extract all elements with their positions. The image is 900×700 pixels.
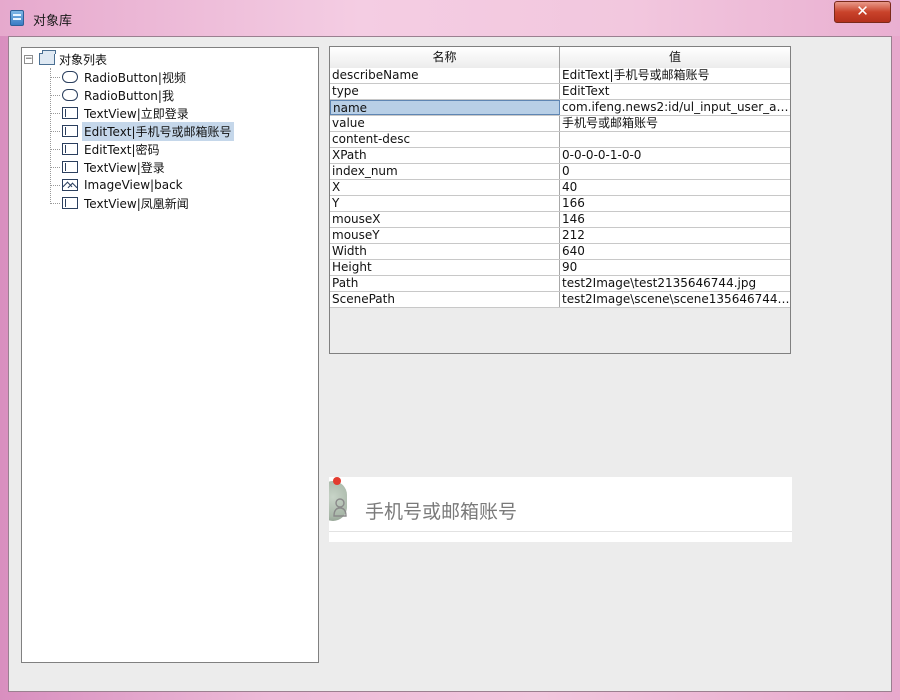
tree-item[interactable]: RadioButton|我	[50, 86, 176, 104]
property-value-cell[interactable]: 0	[560, 164, 790, 179]
tree-item-label: ImageView|back	[84, 178, 183, 192]
property-value-cell[interactable]: 146	[560, 212, 790, 227]
tree-item-label: TextView|立即登录	[84, 106, 189, 121]
property-name-cell[interactable]: mouseY	[330, 228, 560, 243]
close-button[interactable]: ✕	[834, 1, 891, 23]
client-area: − 对象列表 RadioButton|视频 RadioButton|我 Text…	[8, 36, 892, 692]
property-value-cell[interactable]: 90	[560, 260, 790, 275]
property-name-cell[interactable]: Y	[330, 196, 560, 211]
tree-item-label: TextView|登录	[84, 160, 165, 175]
property-name-cell[interactable]: mouseX	[330, 212, 560, 227]
divider	[329, 531, 792, 532]
table-row[interactable]: XPath 0-0-0-0-1-0-0	[330, 148, 790, 164]
tree-item[interactable]: RadioButton|视频	[50, 68, 188, 86]
notification-badge-icon	[333, 477, 341, 485]
image-view-icon	[62, 179, 78, 191]
table-row[interactable]: mouseY 212	[330, 228, 790, 244]
property-name-cell[interactable]: XPath	[330, 148, 560, 163]
property-value-cell[interactable]: test2Image\scene\scene135646744.jpg	[560, 292, 790, 307]
table-row[interactable]: X 40	[330, 180, 790, 196]
property-name-cell[interactable]: value	[330, 116, 560, 131]
property-value-cell[interactable]: com.ifeng.news2:id/ul_input_user_acc...	[560, 100, 790, 115]
window-title: 对象库	[33, 14, 73, 29]
property-value-cell[interactable]: 0-0-0-0-1-0-0	[560, 148, 790, 163]
tree-item-label: EditText|密码	[84, 142, 160, 157]
user-icon	[333, 498, 347, 517]
collapse-icon[interactable]: −	[24, 54, 33, 64]
column-header-value[interactable]: 值	[560, 47, 790, 68]
text-view-icon	[62, 197, 78, 209]
table-row[interactable]: Y 166	[330, 196, 790, 212]
element-preview-image: 手机号或邮箱账号	[329, 477, 792, 542]
property-table[interactable]: 名称 值 describeName EditText|手机号或邮箱账号 type Ed…	[329, 46, 791, 354]
table-row[interactable]: Path test2Image\test2135646744.jpg	[330, 276, 790, 292]
table-row[interactable]: describeName EditText|手机号或邮箱账号	[330, 68, 790, 84]
property-value-cell[interactable]: 640	[560, 244, 790, 259]
property-value-cell[interactable]: 166	[560, 196, 790, 211]
folder-icon	[39, 50, 56, 65]
table-row[interactable]: index_num 0	[330, 164, 790, 180]
radio-button-icon	[62, 89, 78, 101]
property-name-cell[interactable]: Width	[330, 244, 560, 259]
table-row[interactable]: ScenePath test2Image\scene\scene135646744…	[330, 292, 790, 308]
tree-root-node[interactable]: − 对象列表	[24, 50, 107, 68]
object-tree[interactable]: − 对象列表 RadioButton|视频 RadioButton|我 Text…	[21, 47, 319, 663]
table-row[interactable]: name com.ifeng.news2:id/ul_input_user_acc…	[330, 100, 790, 116]
property-value-cell[interactable]: 40	[560, 180, 790, 195]
object-library-window: 对象库 ✕ − 对象列表 RadioButton|视频 RadioButton|…	[0, 0, 900, 700]
text-view-icon	[62, 107, 78, 119]
table-row[interactable]: Width 640	[330, 244, 790, 260]
app-icon	[10, 10, 24, 26]
table-row[interactable]: value 手机号或邮箱账号	[330, 116, 790, 132]
title-bar[interactable]: 对象库 ✕	[0, 0, 900, 36]
column-header-name[interactable]: 名称	[330, 47, 560, 68]
edit-text-icon	[62, 125, 78, 137]
tree-item[interactable]: ImageView|back	[50, 176, 185, 194]
table-row[interactable]: Height 90	[330, 260, 790, 276]
property-value-cell[interactable]: 212	[560, 228, 790, 243]
table-row[interactable]: mouseX 146	[330, 212, 790, 228]
property-name-cell[interactable]: describeName	[330, 68, 560, 83]
property-value-cell[interactable]	[560, 132, 790, 147]
property-name-cell[interactable]: name	[330, 100, 560, 115]
table-row[interactable]: type EditText	[330, 84, 790, 100]
property-value-cell[interactable]: EditText	[560, 84, 790, 99]
property-name-cell[interactable]: type	[330, 84, 560, 99]
tree-item[interactable]: TextView|立即登录	[50, 104, 191, 122]
property-name-cell[interactable]: index_num	[330, 164, 560, 179]
tree-item[interactable]: EditText|密码	[50, 140, 162, 158]
property-name-cell[interactable]: content-desc	[330, 132, 560, 147]
tree-item-selected[interactable]: EditText|手机号或邮箱账号	[50, 121, 234, 141]
property-value-cell[interactable]: test2Image\test2135646744.jpg	[560, 276, 790, 291]
edit-text-icon	[62, 143, 78, 155]
table-row[interactable]: content-desc	[330, 132, 790, 148]
property-name-cell[interactable]: ScenePath	[330, 292, 560, 307]
tree-root-label: 对象列表	[59, 52, 108, 67]
tree-item[interactable]: TextView|凤凰新闻	[50, 194, 191, 212]
tree-item-label: TextView|凤凰新闻	[84, 196, 189, 211]
property-name-cell[interactable]: Path	[330, 276, 560, 291]
table-header: 名称 值	[330, 47, 790, 69]
property-value-cell[interactable]: 手机号或邮箱账号	[560, 116, 790, 131]
tree-item-label: RadioButton|我	[84, 88, 174, 103]
tree-item-label: EditText|手机号或邮箱账号	[82, 121, 234, 141]
property-value-cell[interactable]: EditText|手机号或邮箱账号	[560, 68, 790, 83]
tree-item[interactable]: TextView|登录	[50, 158, 167, 176]
property-name-cell[interactable]: X	[330, 180, 560, 195]
radio-button-icon	[62, 71, 78, 83]
text-view-icon	[62, 161, 78, 173]
tree-item-label: RadioButton|视频	[84, 70, 186, 85]
property-name-cell[interactable]: Height	[330, 260, 560, 275]
table-body: describeName EditText|手机号或邮箱账号 type EditTex…	[330, 68, 790, 308]
preview-placeholder-text: 手机号或邮箱账号	[365, 501, 518, 523]
